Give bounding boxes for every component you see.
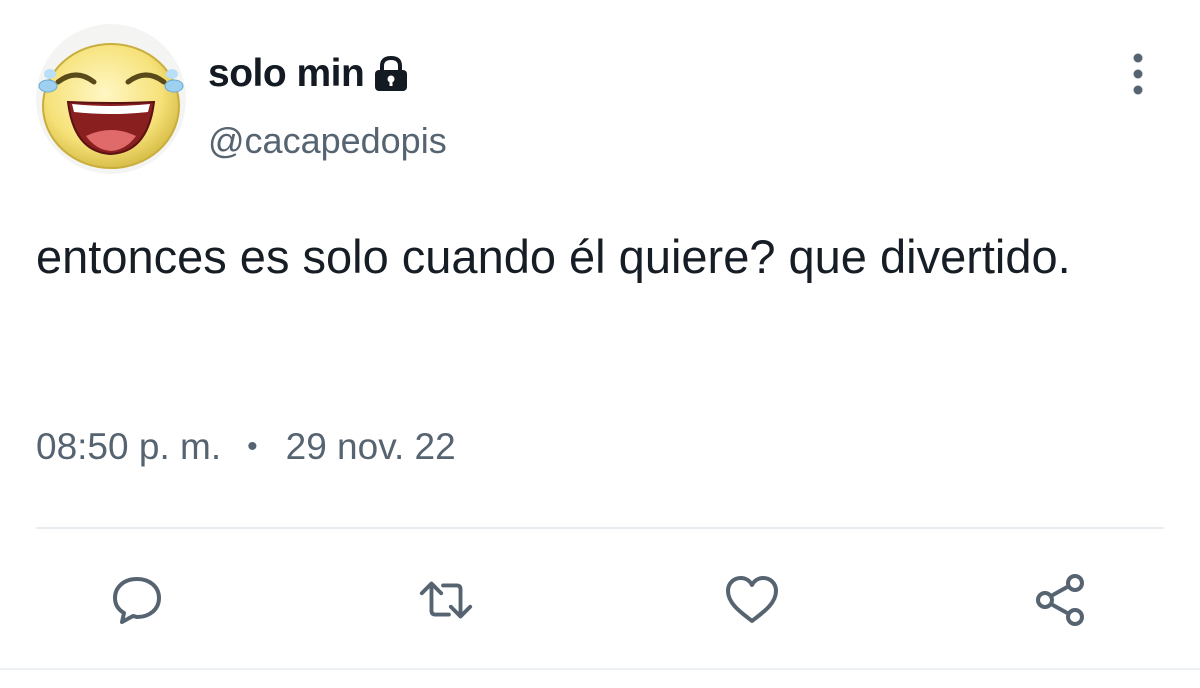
like-button[interactable] (722, 570, 782, 630)
user-handle[interactable]: @cacapedopis (208, 120, 447, 162)
display-name[interactable]: solo min (208, 52, 365, 96)
speech-bubble-icon (113, 577, 161, 624)
reply-button[interactable] (107, 570, 167, 630)
share-button[interactable] (1032, 570, 1092, 630)
avatar[interactable] (36, 24, 186, 174)
meta-separator: • (247, 430, 258, 463)
bottom-divider (0, 668, 1200, 670)
tweet-card: solo min @cacapedopis entonces es solo c… (0, 0, 1200, 688)
tweet-time: 08:50 p. m. (36, 426, 222, 467)
share-icon (1036, 574, 1084, 626)
tweet-date: 29 nov. 22 (285, 426, 456, 467)
laughing-emoji-icon (38, 43, 184, 169)
retweet-button[interactable] (416, 570, 476, 630)
tweet-metadata: 08:50 p. m. • 29 nov. 22 (36, 426, 456, 468)
lock-icon (370, 53, 412, 95)
display-name-row: solo min (208, 50, 412, 98)
divider (36, 527, 1164, 529)
more-options-icon[interactable] (1118, 48, 1158, 100)
heart-icon (726, 576, 778, 623)
retweet-icon (419, 581, 473, 619)
tweet-text: entonces es solo cuando él quiere? que d… (36, 230, 1071, 283)
